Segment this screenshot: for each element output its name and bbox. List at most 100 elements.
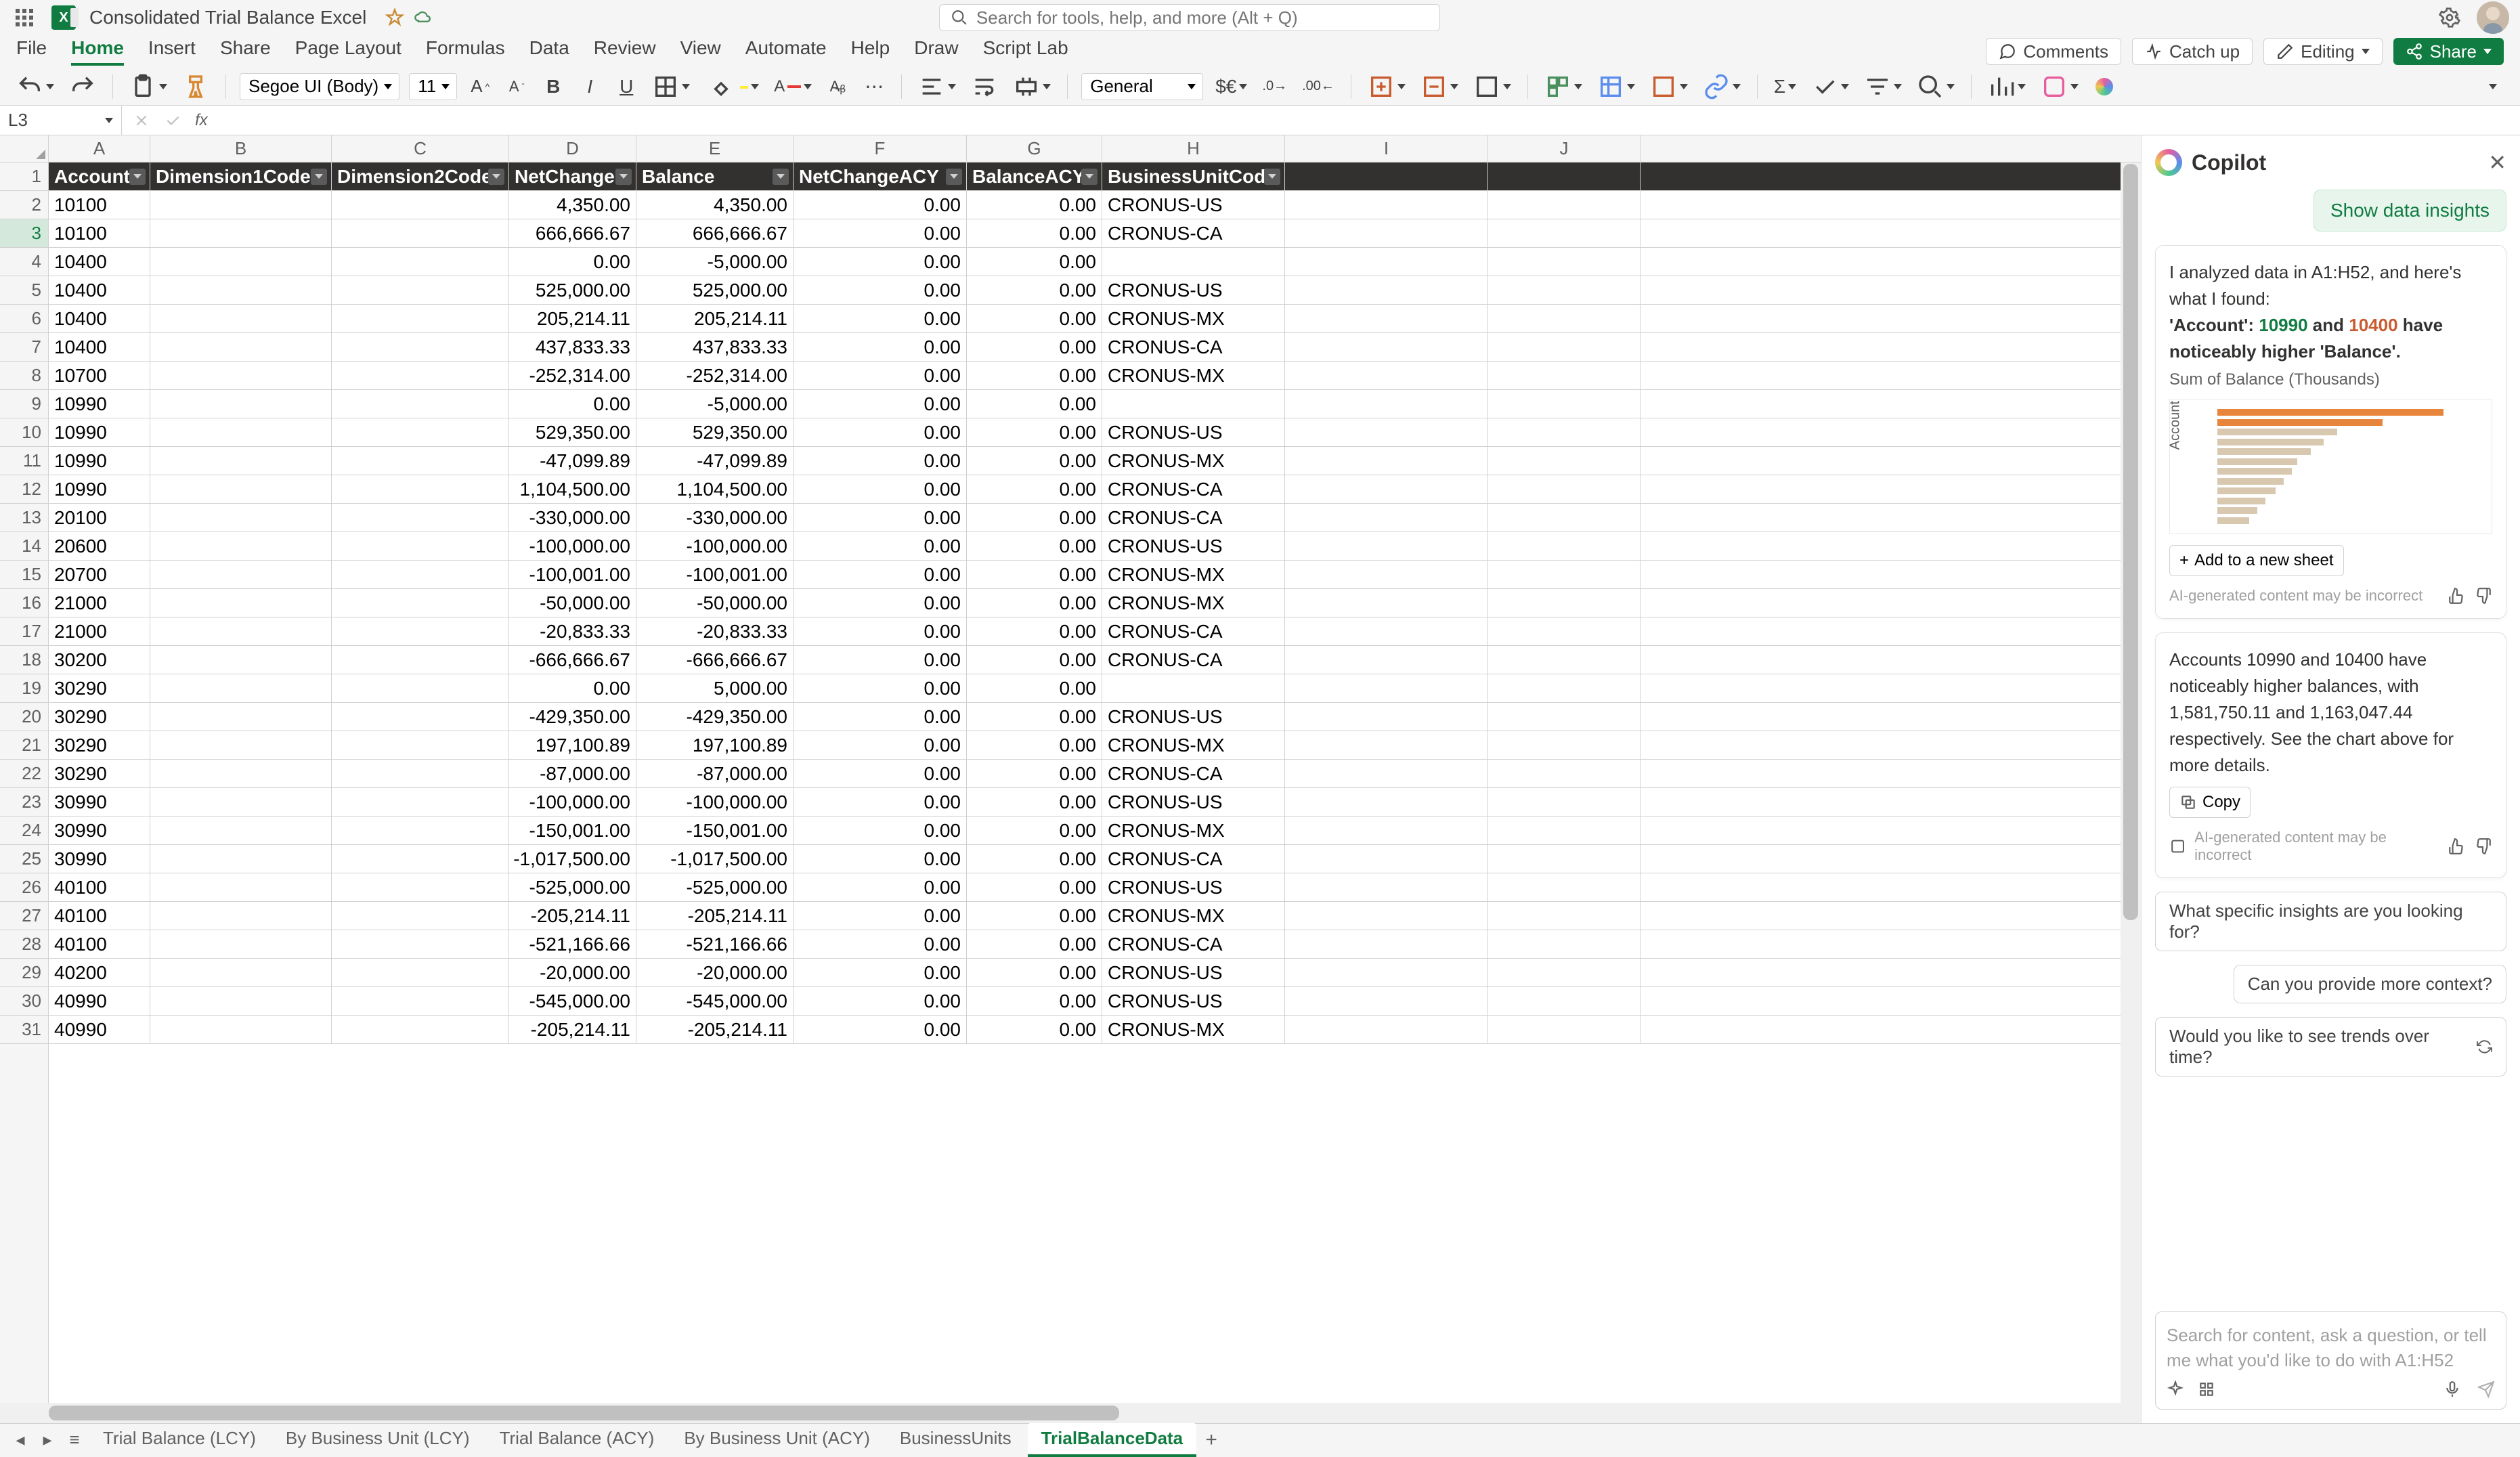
copilot-input-box[interactable]: Search for content, ask a question, or t…	[2155, 1311, 2506, 1410]
cell[interactable]	[332, 561, 509, 588]
cell[interactable]	[1285, 1016, 1488, 1043]
cell[interactable]: 30290	[49, 703, 150, 731]
cell[interactable]	[1285, 873, 1488, 901]
row-header-18[interactable]: 18	[0, 646, 48, 674]
header-cell-balanceacy[interactable]: BalanceACY	[967, 162, 1102, 190]
cell[interactable]: 0.00	[794, 305, 967, 332]
sheet-nav-prev[interactable]: ◂	[8, 1428, 32, 1452]
cell[interactable]	[332, 760, 509, 787]
paste-button[interactable]	[127, 73, 170, 100]
cell[interactable]: -545,000.00	[509, 987, 636, 1015]
cell[interactable]: 0.00	[967, 1016, 1102, 1043]
cell[interactable]: 10400	[49, 248, 150, 276]
cell[interactable]: 0.00	[794, 532, 967, 560]
name-box[interactable]: L3	[0, 106, 122, 135]
cell[interactable]: 10990	[49, 475, 150, 503]
cell[interactable]	[150, 504, 332, 531]
cell[interactable]	[332, 390, 509, 418]
cell[interactable]: CRONUS-CA	[1102, 646, 1285, 674]
cell[interactable]: 0.00	[509, 390, 636, 418]
cell[interactable]: 0.00	[794, 362, 967, 389]
cell[interactable]	[1285, 617, 1488, 645]
redo-button[interactable]	[66, 73, 99, 100]
cell[interactable]: -525,000.00	[509, 873, 636, 901]
cell[interactable]	[332, 219, 509, 247]
cell[interactable]: 525,000.00	[636, 276, 794, 304]
row-header-27[interactable]: 27	[0, 902, 48, 930]
cell[interactable]: 30990	[49, 788, 150, 816]
cell[interactable]	[1488, 561, 1641, 588]
cell[interactable]: -87,000.00	[509, 760, 636, 787]
cell[interactable]: 205,214.11	[509, 305, 636, 332]
cell[interactable]	[332, 532, 509, 560]
cell[interactable]: 0.00	[794, 959, 967, 986]
cell[interactable]: CRONUS-US	[1102, 532, 1285, 560]
cell[interactable]	[150, 845, 332, 873]
cell[interactable]	[150, 532, 332, 560]
cell[interactable]	[332, 418, 509, 446]
cell[interactable]	[1488, 617, 1641, 645]
cell[interactable]: 529,350.00	[509, 418, 636, 446]
cell[interactable]	[150, 1016, 332, 1043]
cell[interactable]: 5,000.00	[636, 674, 794, 702]
cell[interactable]	[1488, 305, 1641, 332]
all-sheets-button[interactable]: ≡	[62, 1428, 87, 1452]
cell[interactable]	[1488, 731, 1641, 759]
cell[interactable]: 0.00	[967, 674, 1102, 702]
cell[interactable]: 10990	[49, 418, 150, 446]
ribbon-tab-script-lab[interactable]: Script Lab	[983, 37, 1068, 66]
cell[interactable]	[1285, 561, 1488, 588]
italic-button[interactable]: I	[576, 73, 603, 100]
cell[interactable]: 30290	[49, 674, 150, 702]
cell[interactable]	[332, 504, 509, 531]
cell[interactable]	[1488, 817, 1641, 844]
row-header-14[interactable]: 14	[0, 532, 48, 561]
cell[interactable]	[1285, 248, 1488, 276]
cell[interactable]	[1285, 817, 1488, 844]
cell[interactable]: CRONUS-MX	[1102, 447, 1285, 475]
row-header-20[interactable]: 20	[0, 703, 48, 731]
header-cell-account[interactable]: Account	[49, 162, 150, 190]
cell[interactable]: -252,314.00	[636, 362, 794, 389]
cell[interactable]: 40100	[49, 930, 150, 958]
column-header-G[interactable]: G	[967, 135, 1102, 162]
ribbon-tab-draw[interactable]: Draw	[914, 37, 958, 66]
row-header-13[interactable]: 13	[0, 504, 48, 532]
cell[interactable]: CRONUS-US	[1102, 788, 1285, 816]
cell[interactable]: -252,314.00	[509, 362, 636, 389]
cell[interactable]	[1285, 731, 1488, 759]
cell[interactable]: 0.00	[794, 333, 967, 361]
row-header-12[interactable]: 12	[0, 475, 48, 504]
row-header-19[interactable]: 19	[0, 674, 48, 703]
sheet-tab-businessunits[interactable]: BusinessUnits	[886, 1422, 1025, 1457]
column-header-E[interactable]: E	[636, 135, 794, 162]
thumbs-down-icon[interactable]	[2475, 587, 2492, 605]
column-header-B[interactable]: B	[150, 135, 332, 162]
cell[interactable]: 0.00	[794, 987, 967, 1015]
find-button[interactable]	[1914, 73, 1957, 100]
row-header-6[interactable]: 6	[0, 305, 48, 333]
cell[interactable]	[1488, 589, 1641, 617]
cell[interactable]: -100,000.00	[636, 788, 794, 816]
cell[interactable]	[1488, 532, 1641, 560]
font-family-select[interactable]: Segoe UI (Body)	[240, 73, 399, 100]
cloud-sync-icon[interactable]	[414, 8, 433, 27]
cell[interactable]: -50,000.00	[636, 589, 794, 617]
ribbon-tab-insert[interactable]: Insert	[148, 37, 196, 66]
row-header-21[interactable]: 21	[0, 731, 48, 760]
search-box[interactable]	[939, 4, 1440, 31]
cell[interactable]: -20,000.00	[636, 959, 794, 986]
cell[interactable]	[1285, 447, 1488, 475]
cell[interactable]	[150, 561, 332, 588]
empty-cell[interactable]	[1488, 162, 1641, 190]
column-header-I[interactable]: I	[1285, 135, 1488, 162]
vscroll-thumb[interactable]	[2123, 164, 2138, 920]
suggestion-2[interactable]: Can you provide more context?	[2234, 965, 2506, 1003]
cell[interactable]: 21000	[49, 589, 150, 617]
row-header-17[interactable]: 17	[0, 617, 48, 646]
cell[interactable]	[1488, 248, 1641, 276]
sheet-tab-by-business-unit-lcy-[interactable]: By Business Unit (LCY)	[272, 1422, 483, 1457]
cell[interactable]	[332, 987, 509, 1015]
collapse-ribbon-button[interactable]	[2479, 73, 2506, 100]
cell[interactable]: 666,666.67	[509, 219, 636, 247]
